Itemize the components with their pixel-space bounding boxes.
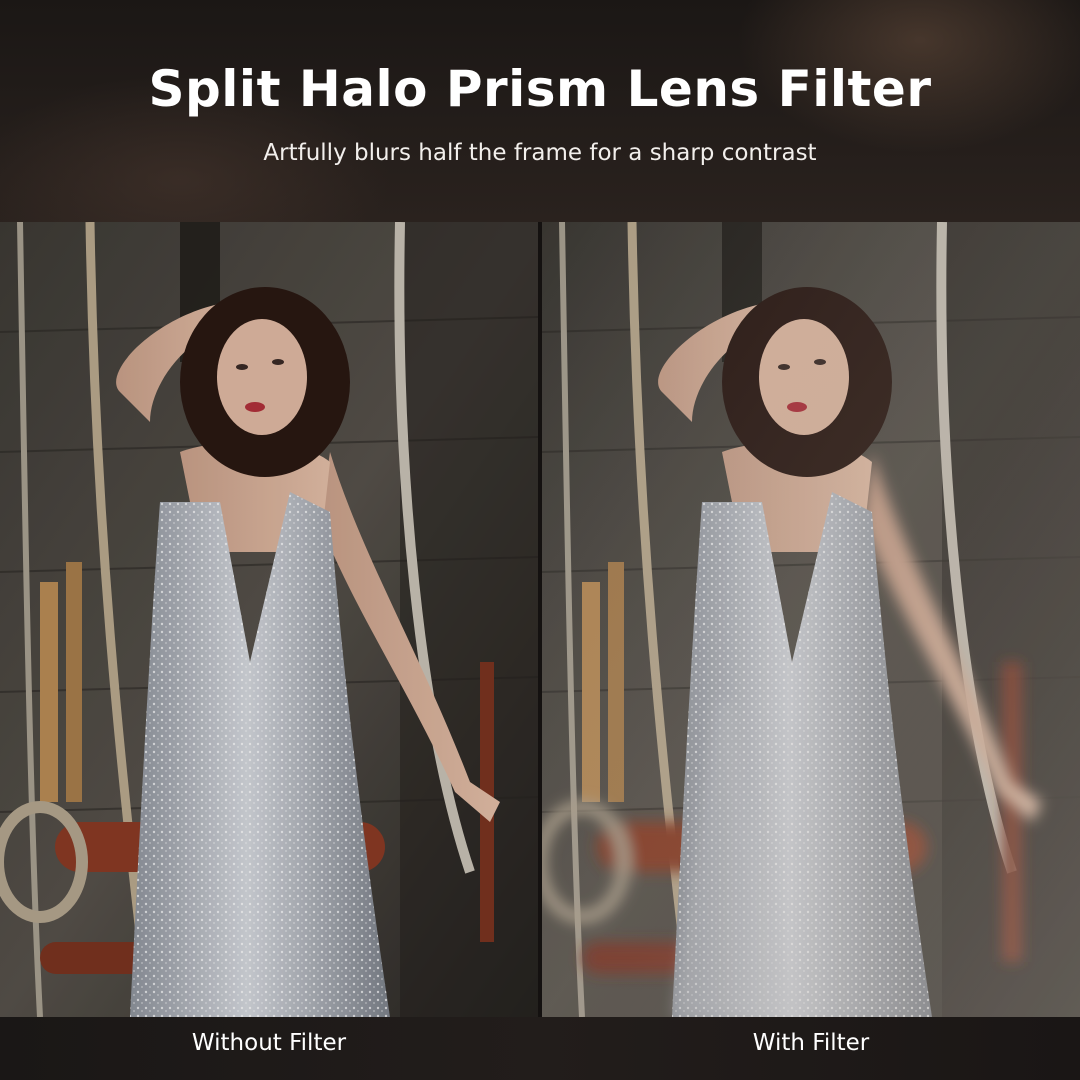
photo-with-filter <box>542 222 1080 1017</box>
page-subtitle: Artfully blurs half the frame for a shar… <box>263 140 817 166</box>
header-banner: Split Halo Prism Lens Filter Artfully bl… <box>0 0 1080 222</box>
caption-without-filter: Without Filter <box>191 1030 347 1056</box>
caption-with-filter: With Filter <box>752 1030 870 1056</box>
photo-without-filter-image <box>0 222 538 1017</box>
photo-with-filter-image <box>542 222 1080 1017</box>
photo-without-filter <box>0 222 538 1017</box>
page-title: Split Halo Prism Lens Filter <box>148 60 932 118</box>
